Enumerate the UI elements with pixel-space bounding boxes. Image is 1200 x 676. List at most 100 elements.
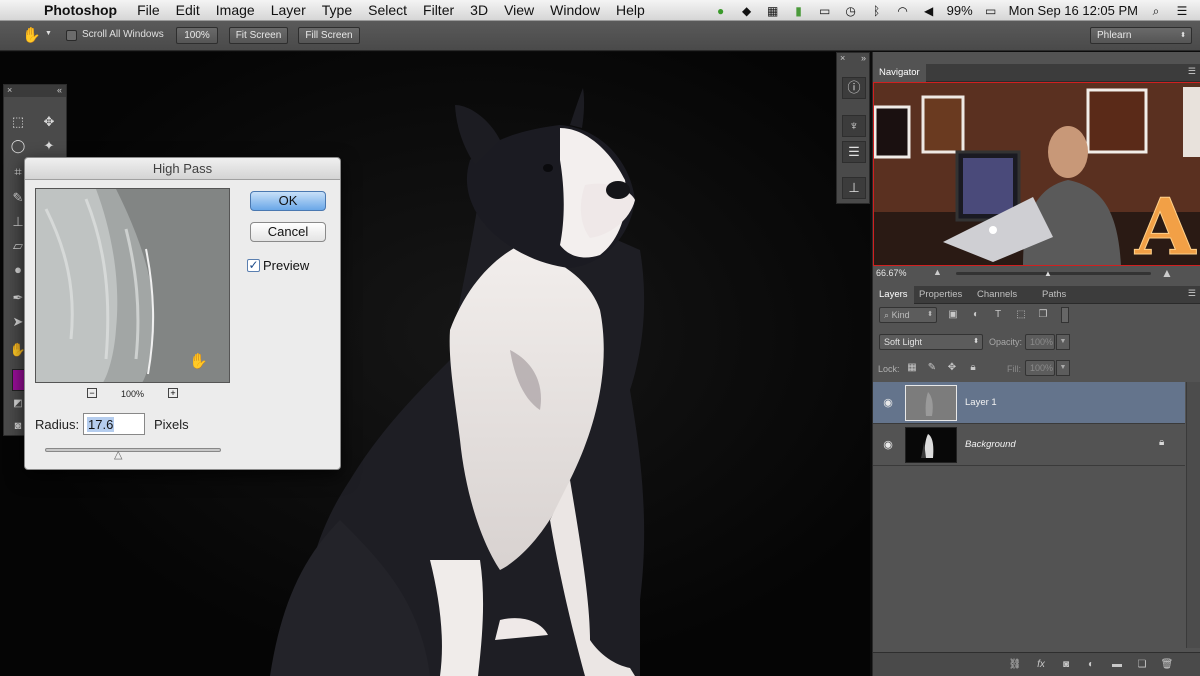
fill-screen-button[interactable]: Fill Screen xyxy=(298,27,360,44)
eye-icon[interactable]: ◉ xyxy=(881,438,895,452)
new-group-icon[interactable]: ▬ xyxy=(1110,658,1124,672)
tool-preset-chevron-icon[interactable]: ▼ xyxy=(45,30,52,37)
filter-type-icon[interactable]: T xyxy=(991,308,1005,322)
adjustment-layer-icon[interactable]: ◐ xyxy=(1084,658,1098,672)
brush-presets-icon[interactable]: ♆ xyxy=(842,115,866,137)
menu-view[interactable]: View xyxy=(496,2,542,18)
layer-filter-select[interactable]: ⌕ Kind ⬍ xyxy=(879,307,937,323)
link-layers-icon[interactable]: ⛓ xyxy=(1008,658,1022,672)
move-tool-icon[interactable]: ✥ xyxy=(40,113,58,131)
battery-percent[interactable]: 99% xyxy=(947,3,973,18)
menu-type[interactable]: Type xyxy=(314,2,360,18)
cancel-button[interactable]: Cancel xyxy=(250,222,326,242)
bars-icon[interactable]: ▮ xyxy=(791,4,807,18)
airplay-icon[interactable]: ▭ xyxy=(817,4,833,18)
tab-layers[interactable]: Layers xyxy=(873,286,914,304)
radius-slider-handle[interactable]: △ xyxy=(114,448,122,461)
tab-channels[interactable]: Channels xyxy=(971,286,1023,304)
trash-icon[interactable]: 🗑︎ xyxy=(1160,658,1174,672)
fill-dropdown-icon[interactable]: ▼ xyxy=(1056,360,1070,376)
close-icon[interactable]: × xyxy=(7,85,12,96)
grid-icon[interactable]: ▦ xyxy=(765,4,781,18)
navigator-zoom-handle[interactable]: ▲ xyxy=(1044,269,1052,278)
new-layer-icon[interactable]: ❏ xyxy=(1135,658,1149,672)
clone-source-icon[interactable]: ⊥ xyxy=(842,177,866,199)
zoom-in-mountain-icon[interactable]: ▲ xyxy=(1161,266,1173,280)
menu-3d[interactable]: 3D xyxy=(462,2,496,18)
bluetooth-icon[interactable]: ᛒ xyxy=(869,4,885,18)
menu-window[interactable]: Window xyxy=(542,2,608,18)
tab-properties[interactable]: Properties xyxy=(913,286,968,304)
layer-thumbnail[interactable] xyxy=(905,385,957,421)
menu-help[interactable]: Help xyxy=(608,2,653,18)
panel-menu-icon[interactable]: ☰ xyxy=(1188,288,1196,299)
fill-input[interactable]: 100% xyxy=(1025,360,1055,376)
opacity-input[interactable]: 100% xyxy=(1025,334,1055,350)
menu-filter[interactable]: Filter xyxy=(415,2,462,18)
opacity-dropdown-icon[interactable]: ▼ xyxy=(1056,334,1070,350)
clock[interactable]: Mon Sep 16 12:05 PM xyxy=(1009,3,1138,18)
tab-paths[interactable]: Paths xyxy=(1036,286,1072,304)
navigator-thumbnail[interactable]: A xyxy=(873,82,1200,266)
spotlight-icon[interactable]: ⌕ xyxy=(1148,4,1164,18)
layers-scrollbar[interactable] xyxy=(1186,382,1200,648)
close-icon[interactable]: × xyxy=(840,53,845,63)
lock-transparent-icon[interactable]: ▦ xyxy=(905,361,919,375)
eye-icon[interactable]: ◉ xyxy=(881,396,895,410)
magic-wand-icon[interactable]: ✦ xyxy=(40,137,58,155)
radius-slider-track[interactable] xyxy=(45,448,221,452)
filter-pixel-icon[interactable]: ▣ xyxy=(946,308,960,322)
filter-adjustment-icon[interactable]: ◐ xyxy=(969,308,983,322)
zoom-out-button[interactable]: − xyxy=(87,388,97,398)
app-menu[interactable]: Photoshop xyxy=(40,2,129,18)
add-mask-icon[interactable]: ◙ xyxy=(1059,658,1073,672)
navigator-zoom-value[interactable]: 66.67% xyxy=(876,268,907,278)
zoom-out-mountain-icon[interactable]: ▲ xyxy=(933,267,942,277)
layer-name[interactable]: Background xyxy=(965,439,1016,450)
adjustments-icon[interactable]: ☰ xyxy=(842,141,866,163)
filter-toggle[interactable] xyxy=(1061,307,1069,323)
layer-thumbnail[interactable] xyxy=(905,427,957,463)
lock-all-icon[interactable]: 🔒︎ xyxy=(966,361,980,375)
lock-position-icon[interactable]: ✥ xyxy=(945,361,959,375)
evernote-icon[interactable]: ● xyxy=(713,4,729,18)
fit-screen-button[interactable]: Fit Screen xyxy=(229,27,288,44)
preview-checkbox[interactable]: ✓ xyxy=(247,259,260,272)
ok-button[interactable]: OK xyxy=(250,191,326,211)
menu-select[interactable]: Select xyxy=(360,2,415,18)
volume-icon[interactable]: ◀ xyxy=(921,4,937,18)
zoom-in-button[interactable]: + xyxy=(168,388,178,398)
navigator-zoom-slider[interactable] xyxy=(956,272,1151,275)
blend-mode-select[interactable]: Soft Light ⬍ xyxy=(879,334,983,350)
scroll-all-windows-checkbox[interactable] xyxy=(66,30,77,41)
layer-row-layer-1[interactable]: ◉ Layer 1 xyxy=(873,382,1185,424)
filter-shape-icon[interactable]: ⬚ xyxy=(1014,308,1028,322)
menu-edit[interactable]: Edit xyxy=(168,2,208,18)
menu-image[interactable]: Image xyxy=(208,2,263,18)
workspace-select[interactable]: Phlearn ⬍ xyxy=(1090,27,1192,44)
collapse-icon[interactable]: » xyxy=(861,53,866,63)
lasso-tool-icon[interactable]: ◯ xyxy=(9,137,27,155)
filter-preview[interactable]: ✋ xyxy=(35,188,230,383)
fx-icon[interactable]: fx xyxy=(1034,658,1048,672)
layer-row-background[interactable]: ◉ Background 🔒︎ xyxy=(873,424,1185,466)
layer-name[interactable]: Layer 1 xyxy=(965,397,997,408)
time-machine-icon[interactable]: ◷ xyxy=(843,4,859,18)
tools-panel-header[interactable]: × « xyxy=(4,85,66,97)
marquee-tool-icon[interactable]: ⬚ xyxy=(9,113,27,131)
hand-tool-icon[interactable]: ✋ xyxy=(22,26,41,44)
menu-file[interactable]: File xyxy=(129,2,168,18)
dropbox-icon[interactable]: ◆ xyxy=(739,4,755,18)
dialog-title[interactable]: High Pass xyxy=(25,158,340,180)
radius-input[interactable]: 17.6 xyxy=(83,413,145,435)
panel-menu-icon[interactable]: ☰ xyxy=(1188,66,1196,77)
notification-center-icon[interactable]: ☰ xyxy=(1174,4,1190,18)
menu-layer[interactable]: Layer xyxy=(263,2,314,18)
tab-navigator[interactable]: Navigator xyxy=(873,64,926,82)
zoom-100-button[interactable]: 100% xyxy=(176,27,218,44)
info-icon[interactable]: ⓘ xyxy=(842,77,866,99)
wifi-icon[interactable]: ◠ xyxy=(895,4,911,18)
collapse-icon[interactable]: « xyxy=(57,85,62,96)
lock-image-icon[interactable]: ✎ xyxy=(925,361,939,375)
filter-smart-object-icon[interactable]: ❐ xyxy=(1036,308,1050,322)
